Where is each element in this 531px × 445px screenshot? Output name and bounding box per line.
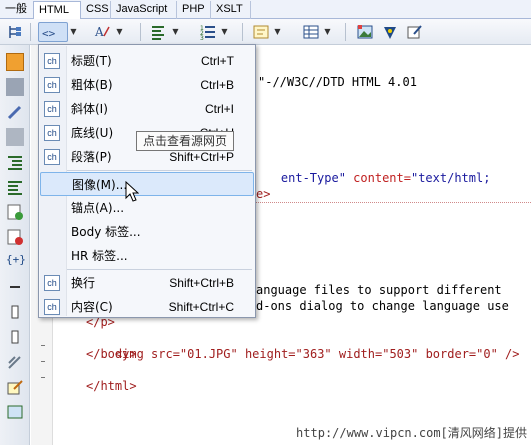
tab-javascript[interactable]: JavaScript xyxy=(111,1,177,19)
line-icon[interactable] xyxy=(6,278,24,296)
mouse-cursor-icon xyxy=(125,181,139,202)
selection-outline xyxy=(256,202,531,203)
menu-item-shortcut: Shift+Ctrl+C xyxy=(168,300,234,314)
menu-item-shortcut: Shift+Ctrl+P xyxy=(169,150,234,164)
menu-item-image[interactable]: 图像(M)... xyxy=(40,172,254,196)
menu-item-label: 内容(C) xyxy=(71,300,113,314)
tag-dropdown-menu: ch 标题(T) Ctrl+T ch 粗体(B) Ctrl+B ch 斜体(I)… xyxy=(38,44,256,318)
chevron-down-icon[interactable]: ▼ xyxy=(323,22,332,42)
menu-item-body-tag[interactable]: Body 标签... xyxy=(40,220,254,244)
font-icon[interactable]: A xyxy=(93,22,113,42)
menu-item-shortcut: Ctrl+T xyxy=(201,54,234,68)
list-small-icon[interactable] xyxy=(6,303,24,321)
svg-text:<>: <> xyxy=(42,27,56,40)
menu-item-bold[interactable]: ch 粗体(B) Ctrl+B xyxy=(40,73,254,97)
code-meta-attr: ent-Type" xyxy=(280,171,346,185)
watermark: http://www.vipcn.com[清风网络]提供 xyxy=(296,426,527,440)
outdent-icon[interactable] xyxy=(6,178,24,196)
list-icon[interactable]: 123 xyxy=(198,22,218,42)
tooltip: 点击查看源网页 xyxy=(136,131,235,151)
form-icon[interactable] xyxy=(251,22,271,42)
menu-item-line-break[interactable]: ch 换行 Shift+Ctrl+B xyxy=(40,271,254,295)
tab-xslt[interactable]: XSLT xyxy=(211,1,251,19)
code-meta-value: "text/html; xyxy=(410,171,491,185)
close-icon[interactable] xyxy=(6,53,24,71)
menu-item-heading[interactable]: ch 标题(T) Ctrl+T xyxy=(40,49,254,73)
indent-icon[interactable] xyxy=(6,153,24,171)
tab-strip: 一般 HTML CSS JavaScript PHP XSLT xyxy=(0,0,531,19)
ch-icon: ch xyxy=(44,101,60,117)
code-language-line2: d-ons dialog to change language use xyxy=(256,299,509,313)
tree-icon[interactable] xyxy=(5,22,25,42)
format-icon[interactable] xyxy=(6,353,24,371)
code-close-tag: e> xyxy=(256,187,271,201)
page-icon[interactable] xyxy=(6,128,24,146)
remove-page-icon[interactable] xyxy=(6,228,24,246)
code-meta-content: content= xyxy=(353,171,411,185)
ch-icon: ch xyxy=(44,275,60,291)
code-img-tag: <img src="01.JPG" height="363" width="50… xyxy=(114,347,520,361)
code-language-line1: anguage files to support different xyxy=(256,283,509,297)
menu-item-italic[interactable]: ch 斜体(I) Ctrl+I xyxy=(40,97,254,121)
chevron-down-icon[interactable]: ▼ xyxy=(69,22,78,42)
align-icon[interactable] xyxy=(149,22,169,42)
edit-icon[interactable] xyxy=(6,378,24,396)
tab-php[interactable]: PHP xyxy=(177,1,211,19)
menu-item-hr-tag[interactable]: HR 标签... xyxy=(40,244,254,268)
menu-item-label: 段落(P) xyxy=(71,150,112,164)
menu-item-label: 换行 xyxy=(71,276,96,290)
code-body-close: </body> xyxy=(86,347,137,361)
tab-css[interactable]: CSS xyxy=(81,1,111,19)
edit-icon[interactable] xyxy=(405,22,425,42)
menu-item-label: 图像(M)... xyxy=(72,178,128,192)
tag-icon[interactable]: <> xyxy=(38,22,68,42)
braces-icon[interactable]: {+} xyxy=(6,253,26,271)
tab-general[interactable]: 一般 xyxy=(0,1,33,19)
pencil-icon[interactable] xyxy=(6,103,24,121)
left-toolbar: {+} xyxy=(0,45,30,445)
tab-html[interactable]: HTML xyxy=(33,1,81,19)
ch-icon: ch xyxy=(44,149,60,165)
svg-text:3: 3 xyxy=(200,35,204,42)
svg-text:A: A xyxy=(94,25,104,39)
copy-icon[interactable] xyxy=(6,78,24,96)
add-page-icon[interactable] xyxy=(6,203,24,221)
ch-icon: ch xyxy=(44,299,60,315)
menu-item-label: 斜体(I) xyxy=(71,102,108,116)
code-html-close: </html> xyxy=(86,379,137,393)
menu-item-label: 标题(T) xyxy=(71,54,112,68)
chevron-down-icon[interactable]: ▼ xyxy=(220,22,229,42)
menu-item-label: 粗体(B) xyxy=(71,78,113,92)
chevron-down-icon[interactable]: ▼ xyxy=(171,22,180,42)
color-icon[interactable] xyxy=(380,22,400,42)
menu-item-shortcut: Shift+Ctrl+B xyxy=(169,276,234,290)
ch-icon: ch xyxy=(44,53,60,69)
ch-icon: ch xyxy=(44,77,60,93)
menu-item-label: 底线(U) xyxy=(71,126,114,140)
preview-icon[interactable] xyxy=(6,403,24,421)
toolbar: <> ▼ A ▼ ▼ 123 ▼ ▼ ▼ xyxy=(0,19,531,45)
menu-item-label: Body 标签... xyxy=(71,225,141,239)
menu-item-anchor[interactable]: 锚点(A)... xyxy=(40,196,254,220)
list-small-icon[interactable] xyxy=(6,328,24,346)
chevron-down-icon[interactable]: ▼ xyxy=(273,22,282,42)
ch-icon: ch xyxy=(44,125,60,141)
table-icon[interactable] xyxy=(301,22,321,42)
menu-item-shortcut: Ctrl+I xyxy=(204,102,234,116)
code-doctype: "-//W3C//DTD HTML 4.01 xyxy=(258,75,417,89)
menu-item-label: HR 标签... xyxy=(71,249,128,263)
menu-item-content[interactable]: ch 内容(C) Shift+Ctrl+C xyxy=(40,295,254,319)
chevron-down-icon[interactable]: ▼ xyxy=(115,22,124,42)
menu-item-shortcut: Ctrl+B xyxy=(200,78,234,92)
menu-item-label: 锚点(A)... xyxy=(71,201,125,215)
image-icon[interactable] xyxy=(355,22,375,42)
